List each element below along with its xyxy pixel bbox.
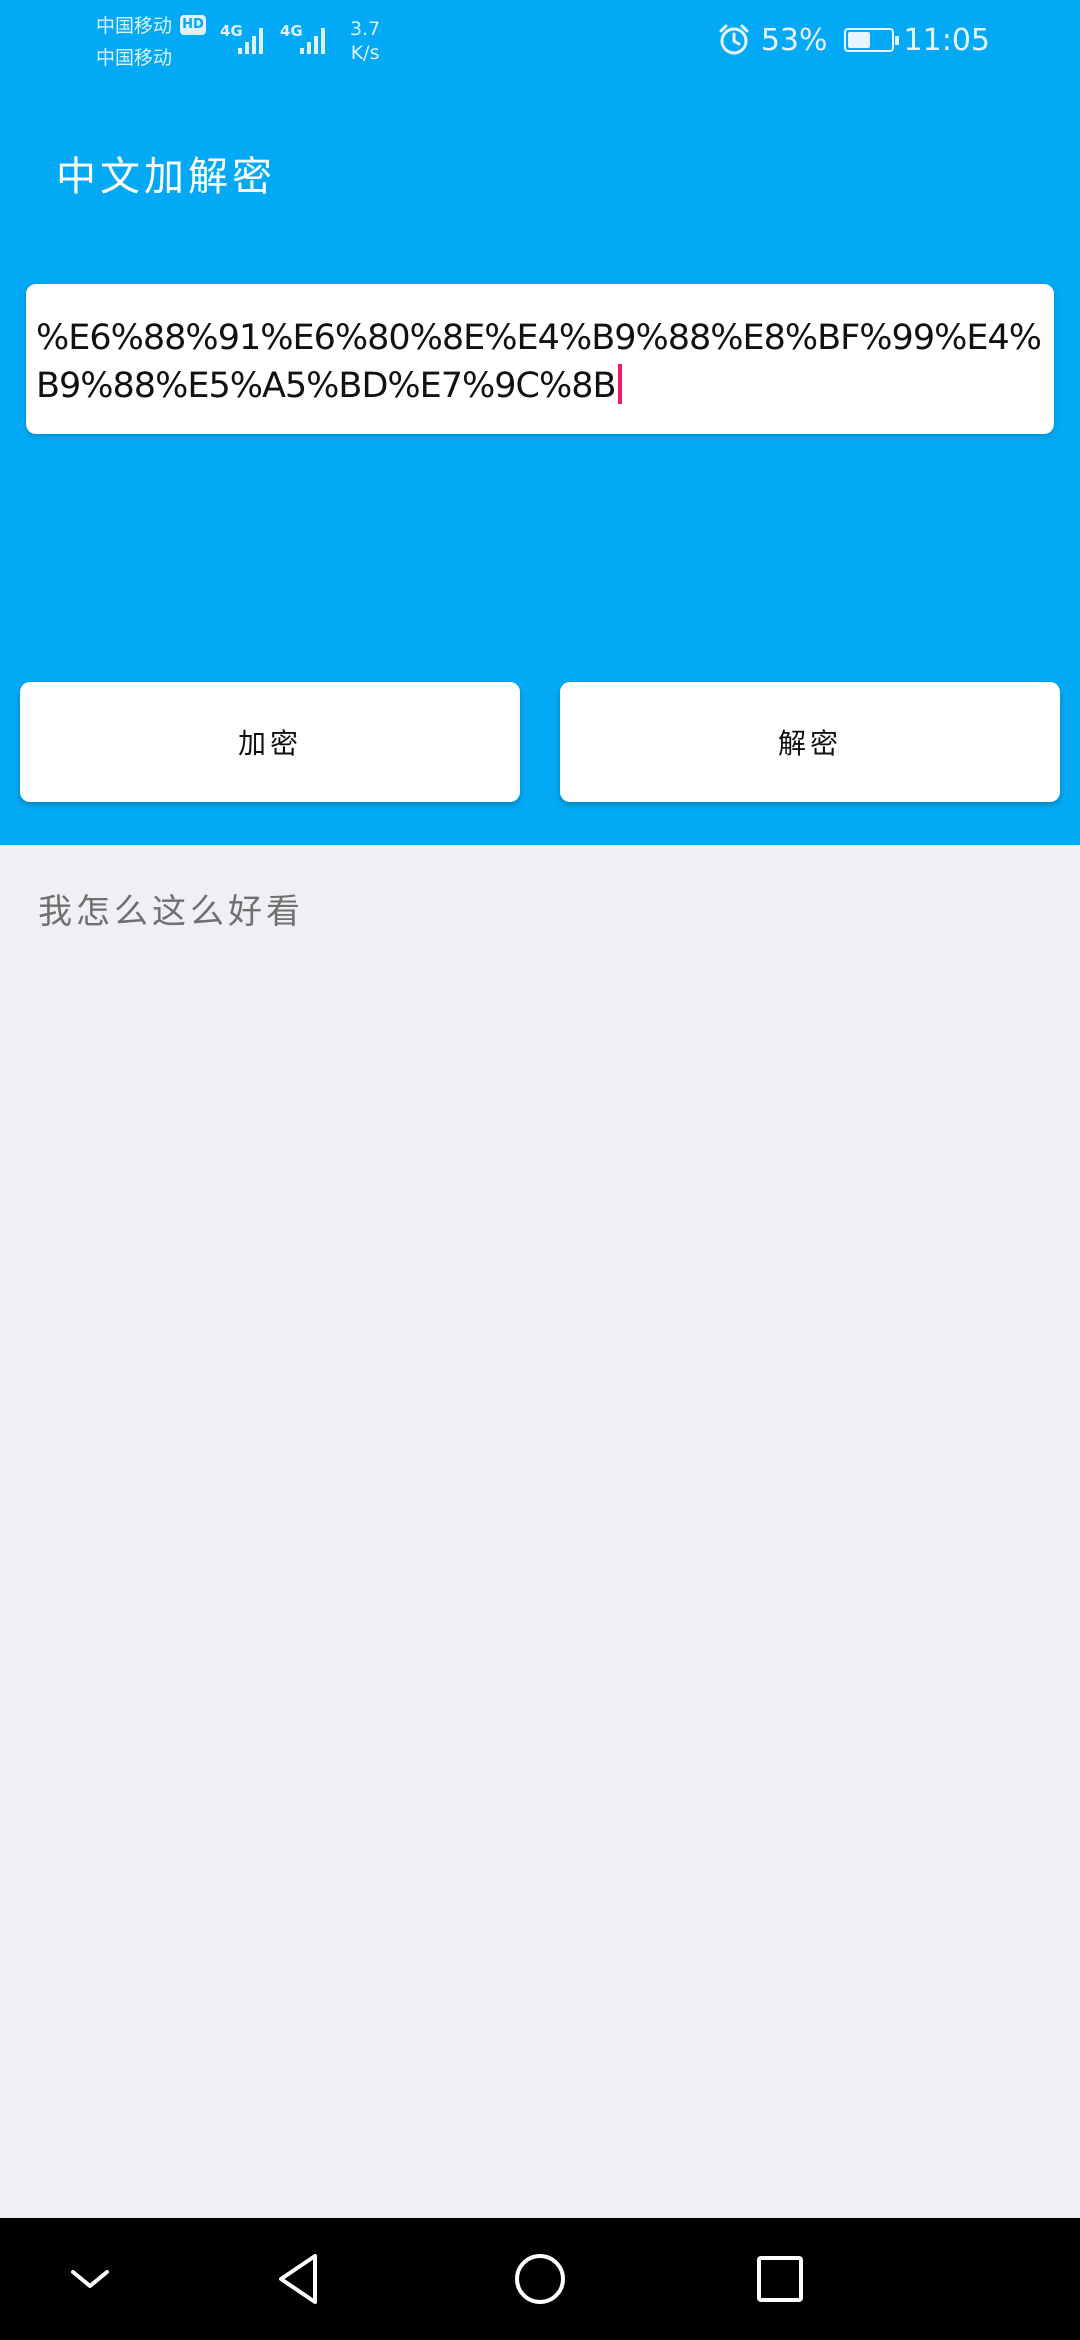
text-caret — [617, 364, 622, 404]
signal-icon: 4G — [220, 22, 263, 54]
text-input-value[interactable]: %E6%88%91%E6%80%8E%E4%B9%88%E8%BF%99%E4%… — [36, 314, 1044, 410]
network-1-label: 4G — [220, 22, 243, 40]
header-area: 中国移动 HD 中国移动 4G 4G 3.7 K/s 53% 11:05 中文加… — [0, 0, 1080, 845]
text-input-content: %E6%88%91%E6%80%8E%E4%B9%88%E8%BF%99%E4%… — [36, 318, 1042, 406]
network-speed-unit: K/s — [350, 42, 380, 64]
battery-percent: 53% — [760, 22, 828, 58]
carrier-2-label: 中国移动 — [96, 47, 173, 69]
network-2-label: 4G — [280, 22, 303, 40]
battery-icon — [843, 28, 899, 52]
status-right-group: 53% 11:05 — [717, 20, 990, 60]
chevron-down-icon[interactable] — [55, 2244, 125, 2314]
navigation-bar — [0, 2218, 1080, 2340]
alarm-icon — [719, 24, 749, 55]
back-triangle-icon[interactable] — [265, 2244, 335, 2314]
hd-badge: HD — [180, 15, 206, 35]
status-bar: 中国移动 HD 中国移动 4G 4G 3.7 K/s 53% 11:05 — [0, 0, 1080, 80]
signal-icon: 4G — [280, 22, 325, 54]
network-speed-value: 3.7 — [350, 18, 381, 40]
home-circle-icon[interactable] — [505, 2244, 575, 2314]
battery-level-fill — [847, 32, 870, 48]
page-title: 中文加解密 — [56, 154, 276, 200]
recent-square-icon[interactable] — [745, 2244, 815, 2314]
decrypt-button[interactable]: 解密 — [560, 682, 1060, 802]
encrypt-button[interactable]: 加密 — [20, 682, 520, 802]
carrier-1-label: 中国移动 — [96, 15, 173, 37]
text-input-field[interactable]: %E6%88%91%E6%80%8E%E4%B9%88%E8%BF%99%E4%… — [26, 284, 1054, 434]
network-speed: 3.7 K/s — [350, 17, 380, 65]
result-text: 我怎么这么好看 — [38, 892, 304, 932]
clock-time: 11:05 — [903, 22, 990, 58]
